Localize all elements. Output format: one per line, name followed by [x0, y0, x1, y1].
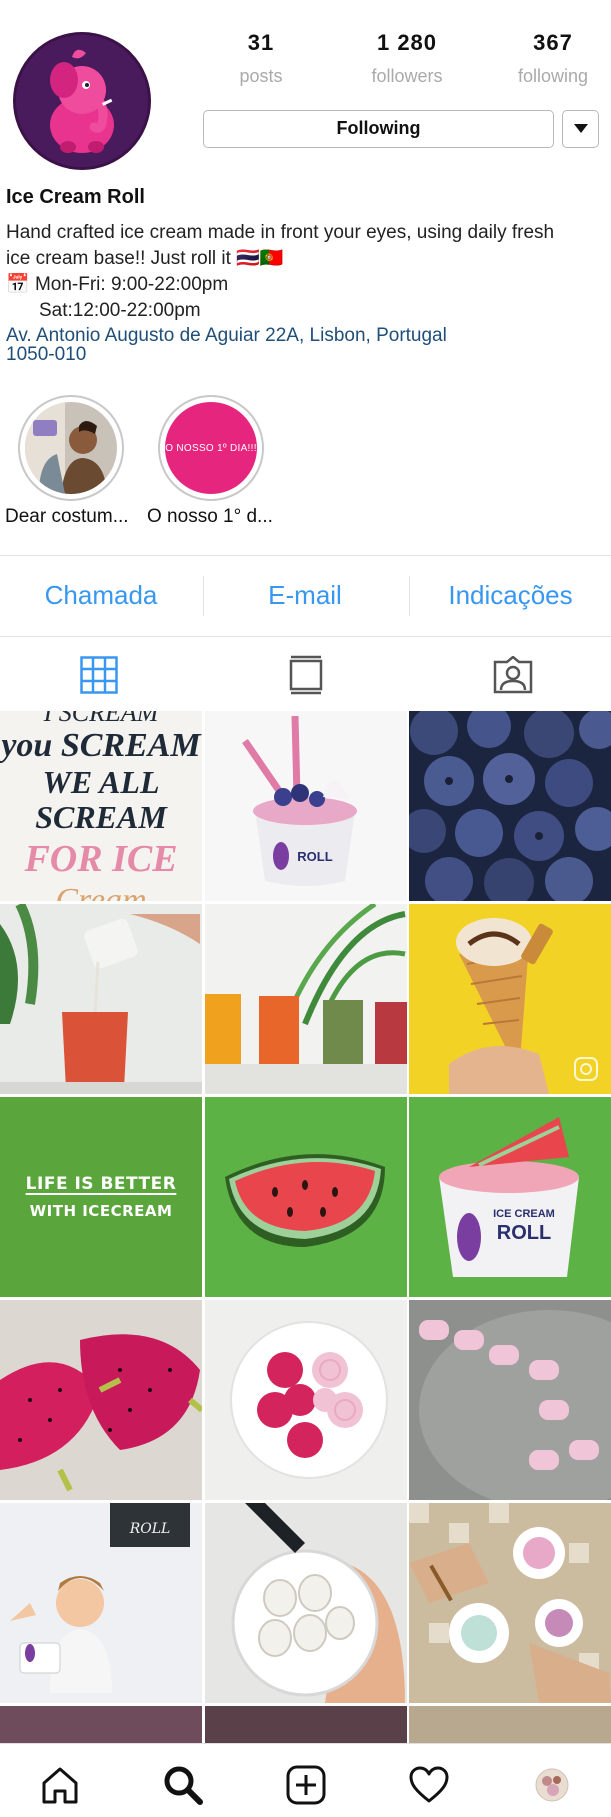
- tab-tagged[interactable]: [492, 654, 534, 696]
- chalkboard-text: ROLL: [129, 1521, 171, 1537]
- posts-value: 31: [247, 30, 275, 55]
- following-label: following: [517, 66, 589, 86]
- home-button[interactable]: [37, 1762, 83, 1808]
- hours-weekday-text: Mon-Fri: 9:00-22:00pm: [34, 274, 229, 295]
- life-quote-line-2: WITH ICECREAM: [29, 1202, 173, 1220]
- profile-name: Ice Cream Roll: [6, 186, 145, 208]
- following-count[interactable]: 367 following: [498, 30, 608, 87]
- posts-label: posts: [239, 66, 283, 86]
- post-partial[interactable]: [409, 1706, 611, 1743]
- tagged-person-icon: [493, 656, 533, 694]
- caret-down-icon: [573, 124, 588, 133]
- post-pouring-juice[interactable]: [0, 904, 202, 1094]
- profile-avatar[interactable]: [13, 32, 151, 170]
- post-blueberries[interactable]: [409, 711, 611, 901]
- followers-count[interactable]: 1 280 followers: [352, 30, 462, 87]
- post-dragon-fruit[interactable]: [0, 1300, 202, 1500]
- post-dragon-fruit-rolls[interactable]: [205, 1300, 407, 1500]
- post-rolls-in-bowl[interactable]: [205, 1503, 407, 1703]
- address-postcode[interactable]: 1050-010: [6, 345, 606, 364]
- post-scream-quote[interactable]: I SCREAM you SCREAM WE ALL SCREAM FOR IC…: [0, 711, 202, 901]
- profile-thumbnail-icon: [535, 1768, 569, 1802]
- bio-line-1: Hand crafted ice cream made in front you…: [6, 222, 555, 243]
- highlight-cover-text: O NOSSO 1º DIA!!!: [165, 442, 257, 454]
- posts-grid: I SCREAM you SCREAM WE ALL SCREAM FOR IC…: [0, 711, 611, 1743]
- scream-line: WE ALL: [42, 764, 159, 800]
- divider: [0, 555, 611, 556]
- tab-feed[interactable]: [285, 654, 327, 696]
- post-icecream-cup-blueberries[interactable]: ROLL: [205, 711, 407, 901]
- bio-hours-weekday: 📅 Mon-Fri: 9:00-22:00pm: [6, 272, 606, 298]
- new-post-button[interactable]: [283, 1762, 329, 1808]
- search-button[interactable]: [160, 1762, 206, 1808]
- scream-line: FOR ICE: [23, 838, 177, 880]
- scream-line: SCREAM: [35, 799, 168, 835]
- home-icon: [42, 1767, 78, 1804]
- scream-line: I SCREAM: [43, 711, 160, 727]
- bio-hours-saturday: Sat:12:00-22:00pm: [39, 300, 201, 321]
- life-quote-line-1: LIFE IS BETTER: [25, 1174, 177, 1194]
- profile-bio: Hand crafted ice cream made in front you…: [6, 220, 606, 364]
- followers-value: 1 280: [376, 30, 438, 55]
- directions-button[interactable]: Indicações: [410, 580, 611, 611]
- profile-tab-button[interactable]: [529, 1762, 575, 1808]
- post-life-is-better[interactable]: LIFE IS BETTER WITH ICECREAM: [0, 1097, 202, 1297]
- tab-grid[interactable]: [78, 654, 120, 696]
- bio-line-2: ice cream base!! Just roll it 🇹🇭🇵🇹: [6, 248, 284, 269]
- grid-icon: [80, 656, 118, 694]
- email-button[interactable]: E-mail: [204, 580, 406, 611]
- elephant-logo-icon: [16, 35, 148, 167]
- post-rolls-on-plate[interactable]: [409, 1300, 611, 1500]
- post-child-with-cup[interactable]: ROLL: [0, 1503, 202, 1703]
- search-icon: [164, 1766, 203, 1805]
- cup-brand-top: ICE CREAM: [493, 1208, 555, 1220]
- instagram-profile-screen: 31 posts 1 280 followers 367 following F…: [0, 0, 611, 1817]
- posts-count[interactable]: 31 posts: [206, 30, 316, 87]
- heart-icon: [409, 1766, 449, 1803]
- plus-square-icon: [286, 1765, 326, 1805]
- cup-brand-roll: ROLL: [497, 1222, 551, 1244]
- scream-line: Cream: [55, 882, 146, 901]
- followers-label: followers: [371, 66, 443, 86]
- cup-brand-text: ROLL: [297, 849, 332, 864]
- call-button[interactable]: Chamada: [0, 580, 202, 611]
- following-button[interactable]: Following: [203, 110, 554, 148]
- post-watermelon[interactable]: [205, 1097, 407, 1297]
- post-juice-glasses[interactable]: [205, 904, 407, 1094]
- post-cone-yellow[interactable]: [409, 904, 611, 1094]
- highlight-label-1: Dear costum...: [5, 506, 129, 527]
- divider: [0, 636, 611, 637]
- highlight-label-2: O nosso 1° d...: [147, 506, 273, 527]
- suggestions-dropdown-button[interactable]: [562, 110, 599, 148]
- calendar-icon: 📅: [6, 274, 30, 295]
- highlight-dear-customers[interactable]: [18, 395, 124, 501]
- highlight-cover-pink: O NOSSO 1º DIA!!!: [165, 402, 257, 494]
- post-partial[interactable]: [0, 1706, 202, 1743]
- post-partial[interactable]: [205, 1706, 407, 1743]
- feed-icon: [289, 655, 323, 695]
- post-watermelon-roll-cup[interactable]: ICE CREAM ROLL: [409, 1097, 611, 1297]
- highlight-first-day[interactable]: O NOSSO 1º DIA!!!: [158, 395, 264, 501]
- scream-line: you SCREAM: [0, 727, 202, 764]
- address-link[interactable]: Av. Antonio Augusto de Aguiar 22A, Lisbo…: [6, 326, 606, 346]
- activity-button[interactable]: [406, 1762, 452, 1808]
- highlight-cover-photo: [25, 402, 117, 494]
- post-hands-cups[interactable]: [409, 1503, 611, 1703]
- following-value: 367: [533, 30, 573, 55]
